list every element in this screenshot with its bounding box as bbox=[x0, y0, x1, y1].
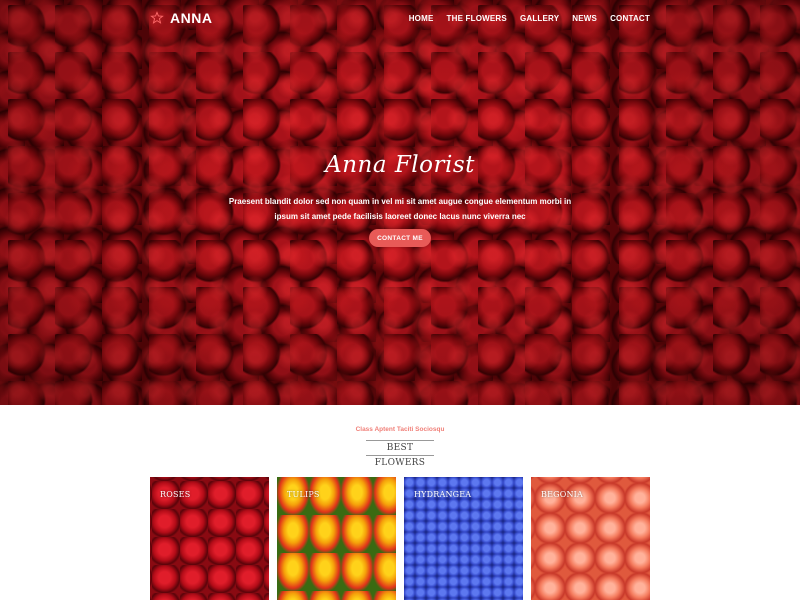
brand-logo[interactable]: ANNA bbox=[150, 10, 212, 26]
flower-outline-icon bbox=[150, 11, 164, 24]
card-label-hydrangea: HYDRANGEA bbox=[414, 490, 472, 499]
card-label-begonia: BEGONIA bbox=[541, 490, 584, 499]
card-label-roses: ROSES bbox=[160, 490, 191, 499]
hero-description: Praesent blandit dolor sed non quam in v… bbox=[228, 197, 572, 221]
nav-home[interactable]: HOME bbox=[409, 14, 434, 23]
brand-name: ANNA bbox=[170, 10, 213, 26]
section-kicker: Class Aptent Taciti Sociosqu bbox=[355, 426, 445, 433]
card-begonia[interactable]: BEGONIA bbox=[531, 477, 650, 600]
nav-gallery[interactable]: GALLERY bbox=[520, 14, 559, 23]
card-tulips[interactable]: TULIPS bbox=[277, 477, 396, 600]
card-roses[interactable]: ROSES bbox=[150, 477, 269, 600]
hero-banner: ANNA HOME THE FLOWERS GALLERY NEWS CONTA… bbox=[0, 0, 800, 405]
nav-contact[interactable]: CONTACT bbox=[610, 14, 650, 23]
flower-cards: ROSES TULIPS HYDRANGEA BEGONIA bbox=[150, 477, 650, 600]
hero-title: Anna Florist bbox=[325, 152, 475, 178]
contact-me-button[interactable]: CONTACT ME bbox=[369, 229, 431, 247]
main-nav: HOME THE FLOWERS GALLERY NEWS CONTACT bbox=[409, 14, 650, 23]
section-title: BEST FLOWERS bbox=[366, 440, 434, 468]
card-label-tulips: TULIPS bbox=[287, 490, 320, 499]
card-hydrangea[interactable]: HYDRANGEA bbox=[404, 477, 523, 600]
nav-news[interactable]: NEWS bbox=[572, 14, 597, 23]
nav-the-flowers[interactable]: THE FLOWERS bbox=[447, 14, 507, 23]
